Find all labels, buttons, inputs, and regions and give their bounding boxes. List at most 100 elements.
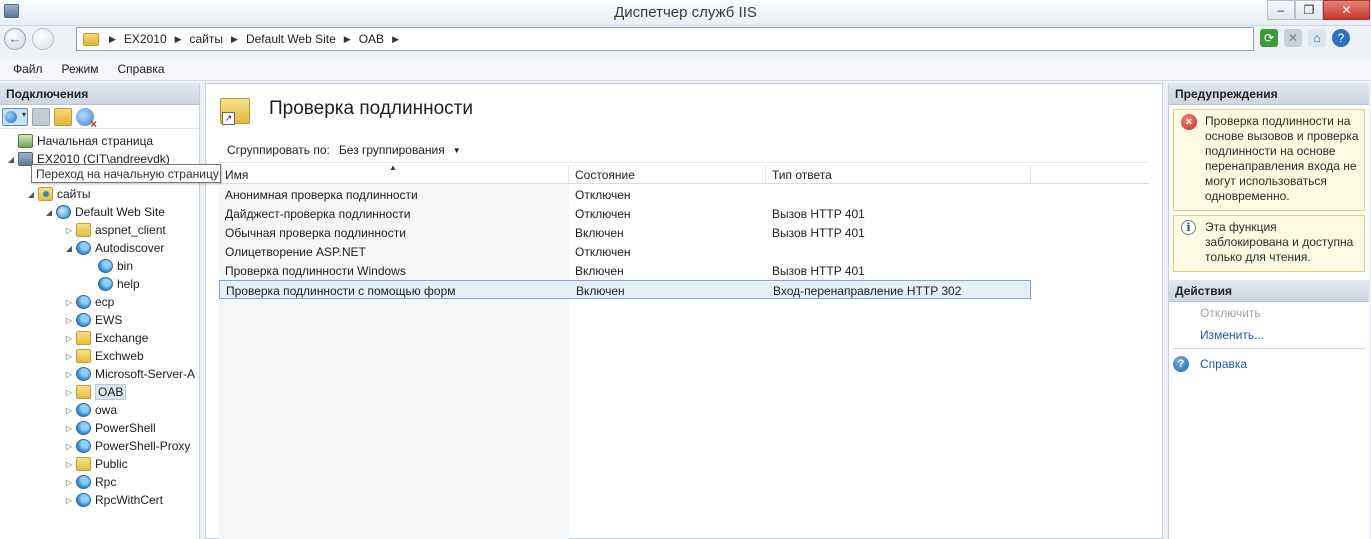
- tree-node[interactable]: ▷ RpcWithCert: [64, 491, 163, 509]
- tree-node[interactable]: ▷ PowerShell: [64, 419, 156, 437]
- tree-node[interactable]: ▷ owa: [64, 401, 117, 419]
- tree-node-label: owa: [95, 403, 118, 417]
- help-icon[interactable]: ?: [1332, 29, 1350, 47]
- application-icon: [76, 475, 91, 489]
- tree-node[interactable]: Начальная страница: [6, 132, 153, 150]
- group-by-dropdown[interactable]: Без группирования: [339, 143, 445, 157]
- help-action[interactable]: ? Справка: [1169, 353, 1369, 375]
- tree-node-label: PowerShell-Proxy: [95, 439, 191, 453]
- cell-response-type: Вызов HTTP 401: [772, 207, 865, 221]
- expander-icon[interactable]: ▷: [64, 226, 74, 235]
- tree-node[interactable]: ▷ EWS: [64, 311, 122, 329]
- breadcrumb-separator-icon[interactable]: ▶: [175, 34, 182, 45]
- tree-node-label: ecp: [95, 295, 115, 309]
- table-row[interactable]: Проверка подлинности Windows Включен Вызов…: [219, 261, 1031, 280]
- save-icon[interactable]: [32, 107, 50, 126]
- menu-file[interactable]: Файл: [13, 62, 43, 76]
- warning-text: Проверка подлинности на основе вызовов и…: [1205, 114, 1359, 203]
- application-icon: [76, 403, 91, 417]
- expander-icon[interactable]: ▷: [64, 316, 74, 325]
- table-row[interactable]: Олицетворение ASP.NET Отключен: [219, 242, 1031, 261]
- table-row[interactable]: Анонимная проверка подлинности Отключен: [219, 185, 1031, 204]
- expander-icon[interactable]: ▷: [64, 334, 74, 343]
- tree-node[interactable]: ◢ Autodiscover: [64, 239, 164, 257]
- tree-node[interactable]: help: [86, 275, 140, 293]
- expander-icon[interactable]: ▷: [64, 388, 74, 397]
- tree-node[interactable]: ◢ сайты: [26, 185, 91, 203]
- breadcrumb-separator-icon[interactable]: ▶: [392, 34, 399, 45]
- cell-name: Анонимная проверка подлинности: [225, 188, 418, 202]
- tree-node-label: Default Web Site: [75, 205, 165, 219]
- forward-button[interactable]: [32, 28, 54, 50]
- tree-node[interactable]: ▷ ecp: [64, 293, 114, 311]
- column-header-response-type[interactable]: Тип ответа: [766, 166, 1031, 184]
- expander-icon[interactable]: ▷: [64, 424, 74, 433]
- folder-icon: [76, 331, 91, 345]
- expander-icon[interactable]: ▷: [64, 370, 74, 379]
- breadcrumb-ex2010[interactable]: EX2010: [124, 32, 167, 46]
- caret-down-icon[interactable]: ▼: [453, 146, 461, 155]
- table-row[interactable]: Дайджест-проверка подлинности Отключен Выз…: [219, 204, 1031, 223]
- expander-icon[interactable]: ◢: [44, 208, 54, 217]
- breadcrumb-separator-icon[interactable]: ▶: [109, 34, 116, 45]
- tree-node[interactable]: ▷ Exchweb: [64, 347, 144, 365]
- application-icon: [98, 277, 113, 291]
- table-row[interactable]: Обычная проверка подлинности Включен Вызов…: [219, 223, 1031, 242]
- cell-name: Обычная проверка подлинности: [225, 226, 406, 240]
- expander-icon[interactable]: ◢: [64, 244, 74, 253]
- tree-node[interactable]: ▷ Exchange: [64, 329, 148, 347]
- application-icon: [76, 367, 91, 381]
- expander-icon[interactable]: ◢: [6, 155, 16, 164]
- back-button[interactable]: ←: [4, 28, 26, 50]
- tree-node-label: сайты: [57, 187, 91, 201]
- tree-node[interactable]: ▷ Microsoft-Server-A: [64, 365, 195, 383]
- expander-icon[interactable]: ▷: [64, 406, 74, 415]
- refresh-icon[interactable]: ⟳: [1260, 29, 1278, 47]
- stop-icon[interactable]: ✕: [1284, 29, 1302, 47]
- tree-node-label: EWS: [95, 313, 123, 327]
- folder-icon: [76, 349, 91, 363]
- disable-action[interactable]: Отключить: [1169, 302, 1369, 324]
- expander-icon[interactable]: ▷: [64, 460, 74, 469]
- expander-icon[interactable]: ▷: [64, 298, 74, 307]
- expander-icon[interactable]: ◢: [26, 190, 36, 199]
- minimize-button[interactable]: –: [1267, 0, 1295, 20]
- disconnect-icon[interactable]: [76, 107, 97, 131]
- actions-panel: Предупреждения × Проверка подлинности на…: [1168, 83, 1369, 539]
- tree-node[interactable]: ▷ PowerShell-Proxy: [64, 437, 190, 455]
- address-bar[interactable]: ▶ EX2010 ▶ сайты ▶ Default Web Site ▶ OA…: [76, 27, 1254, 51]
- cell-name: Олицетворение ASP.NET: [225, 245, 366, 259]
- menu-view[interactable]: Режим: [62, 62, 99, 76]
- home-icon[interactable]: ⌂: [1308, 29, 1326, 47]
- maximize-button[interactable]: ❐: [1295, 0, 1323, 20]
- expander-icon[interactable]: ▷: [64, 478, 74, 487]
- close-button[interactable]: ✕: [1323, 0, 1370, 20]
- breadcrumb-separator-icon[interactable]: ▶: [231, 34, 238, 45]
- expander-icon[interactable]: ▷: [64, 442, 74, 451]
- arrow-left-icon: ←: [8, 31, 22, 46]
- cell-response-type: Вызов HTTP 401: [772, 264, 865, 278]
- tree-node[interactable]: ▷ OAB: [64, 383, 127, 401]
- expander-icon[interactable]: ▷: [64, 496, 74, 505]
- tree-node[interactable]: ▷ aspnet_client: [64, 221, 166, 239]
- cell-response-type: Вызов HTTP 401: [772, 226, 865, 240]
- column-header-name[interactable]: Имя: [219, 166, 569, 184]
- expander-icon[interactable]: ▷: [64, 352, 74, 361]
- tree-node-label: Начальная страница: [37, 134, 154, 148]
- tree-node[interactable]: ◢ Default Web Site: [44, 203, 165, 221]
- table-row[interactable]: Проверка подлинности с помощью форм Включ…: [219, 280, 1031, 299]
- column-header-status[interactable]: Состояние: [569, 166, 766, 184]
- cell-status: Включен: [575, 264, 624, 278]
- connect-icon[interactable]: [2, 107, 28, 126]
- menu-help[interactable]: Справка: [118, 62, 165, 76]
- breadcrumb-oab[interactable]: OAB: [359, 32, 384, 46]
- breadcrumb-sites[interactable]: сайты: [190, 32, 224, 46]
- edit-action[interactable]: Изменить...: [1169, 324, 1369, 346]
- breadcrumb-separator-icon[interactable]: ▶: [344, 34, 351, 45]
- up-folder-icon[interactable]: [54, 107, 72, 126]
- tree-node-label: Microsoft-Server-A: [95, 367, 196, 381]
- tree-node[interactable]: ▷ Rpc: [64, 473, 116, 491]
- tree-node[interactable]: bin: [86, 257, 133, 275]
- breadcrumb-default-web-site[interactable]: Default Web Site: [246, 32, 336, 46]
- tree-node[interactable]: ▷ Public: [64, 455, 128, 473]
